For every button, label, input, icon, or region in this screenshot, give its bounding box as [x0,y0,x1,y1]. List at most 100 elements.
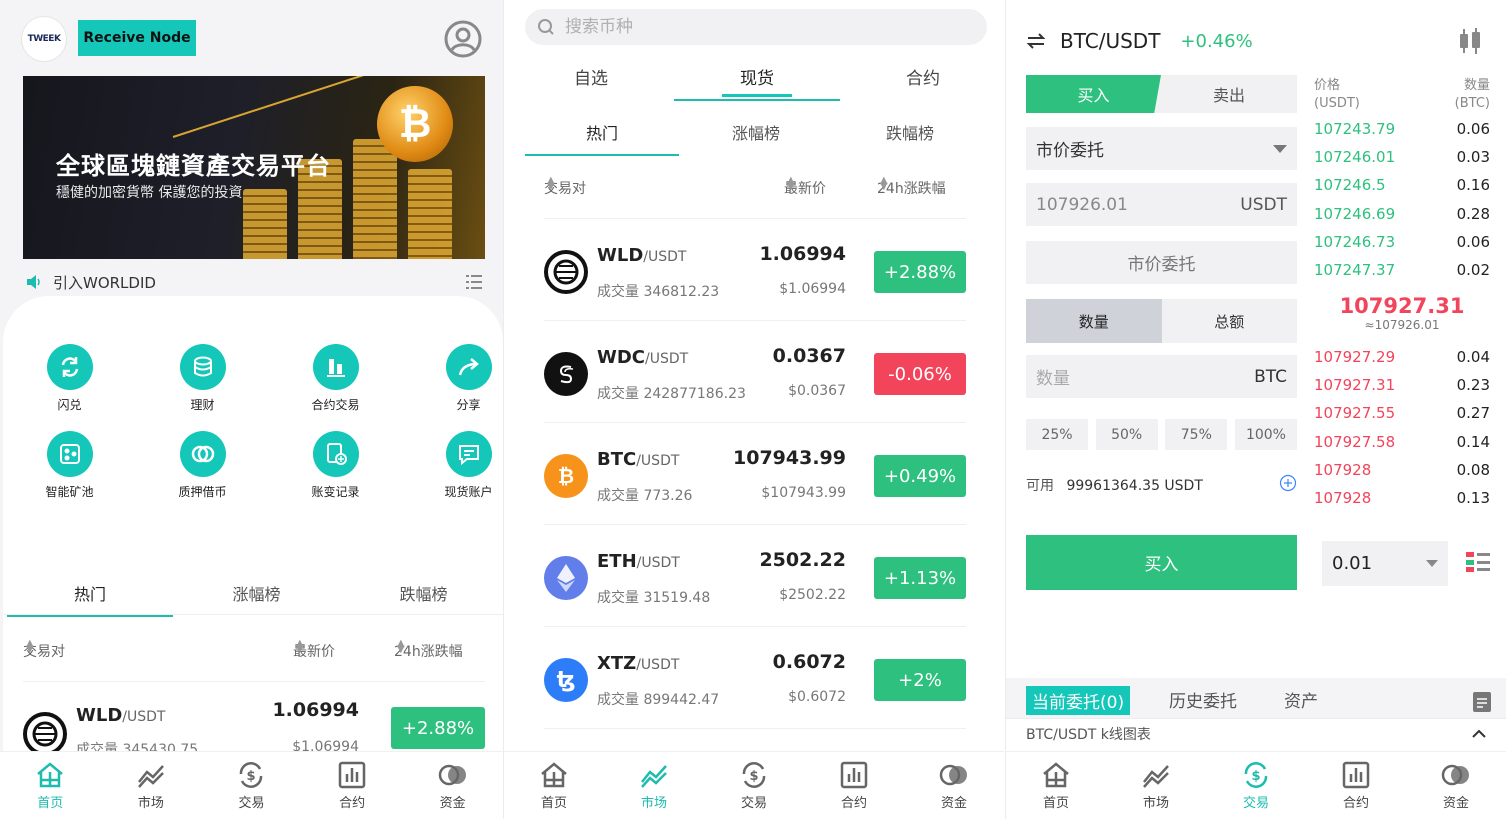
feature-account-records[interactable]: 账变记录 [269,431,402,500]
chevron-up-icon [1472,729,1486,738]
feature-pledge-loan[interactable]: 质押借币 [136,431,269,500]
feature-spot-account[interactable]: 现货账户 [402,431,503,500]
bid-row[interactable]: 107928 0.08 [1314,461,1490,489]
tab-current-orders[interactable]: 当前委托(0) [1026,686,1131,715]
nav-contract[interactable]: 合约 [814,760,894,811]
order-type-select[interactable]: 市价委托 [1026,127,1297,170]
total-tab[interactable]: 总额 [1161,299,1297,343]
app-logo: TWEEK [22,17,66,61]
candlestick-icon[interactable] [1454,26,1486,56]
table-row[interactable]: ꜩ XTZ/USDT 成交量 899442.47 0.6072 $0.6072 … [544,627,966,729]
home-icon [37,762,64,788]
nav-market[interactable]: 市场 [111,760,191,811]
tab-hot[interactable]: 热门 [525,120,679,156]
tab-spot[interactable]: 现货 [674,64,840,101]
bid-row[interactable]: 107928 0.13 [1314,489,1490,517]
quote-symbol: /USDT [643,249,687,265]
bid-row[interactable]: 107927.29 0.04 [1314,348,1490,376]
tab-losers[interactable]: 跌幅榜 [833,120,987,144]
funds-coins-icon [1441,764,1469,786]
feature-share[interactable]: 分享 [402,344,503,413]
bid-row[interactable]: 107927.31 0.23 [1314,376,1490,404]
receive-node-button[interactable]: Receive Node [78,20,196,56]
ask-row[interactable]: 107246.01 0.03 [1314,148,1490,176]
ask-row[interactable]: 107246.73 0.06 [1314,233,1490,261]
amount-placeholder: 数量 [1036,369,1070,389]
table-row[interactable]: ₿ BTC/USDT 成交量 773.26 107943.99 $107943.… [544,423,966,525]
percent-50-button[interactable]: 50% [1095,419,1158,450]
feature-finance[interactable]: 理财 [136,344,269,413]
search-bar[interactable] [525,9,987,45]
pair-name: WDC/USDT [597,347,688,368]
search-input[interactable] [565,17,965,37]
orderbook-layout-icon[interactable] [1466,551,1490,573]
market-rank-tabs: 热门 涨幅榜 跌幅榜 [525,120,987,156]
last-price: 1.06994 [759,243,846,265]
nav-funds[interactable]: 资金 [1416,760,1496,811]
nav-trade[interactable]: $ 交易 [211,760,291,811]
svg-text:$: $ [247,769,256,784]
table-row[interactable]: ETH/USDT 成交量 31519.48 2502.22 $2502.22 +… [544,525,966,627]
list-icon[interactable] [465,273,483,291]
user-profile-icon[interactable] [443,19,483,59]
ask-row[interactable]: 107246.5 0.16 [1314,176,1490,204]
feature-swap[interactable]: 闪兑 [3,344,136,413]
ask-row[interactable]: 107247.37 0.02 [1314,261,1490,289]
bid-row[interactable]: 107927.55 0.27 [1314,404,1490,432]
nav-home[interactable]: 首页 [1016,760,1096,811]
ask-row[interactable]: 107246.69 0.28 [1314,205,1490,233]
amount-tab[interactable]: 数量 [1026,299,1162,343]
nav-funds[interactable]: 资金 [914,760,994,811]
percent-25-button[interactable]: 25% [1026,419,1088,450]
notice-bar[interactable]: 引入WORLDID [25,270,483,294]
nav-contract[interactable]: 合约 [312,760,392,811]
change-badge: +0.49% [874,455,966,497]
tab-losers[interactable]: 跌幅榜 [340,581,503,605]
switch-pair-icon[interactable] [1026,31,1046,51]
nav-label: 首页 [1042,796,1069,811]
tab-futures[interactable]: 合约 [840,64,1004,89]
tab-gainers[interactable]: 涨幅榜 [679,120,833,144]
pair-name: XTZ/USDT [597,653,679,674]
nav-label: 合约 [840,796,867,811]
nav-market[interactable]: 市场 [614,760,694,811]
quote-symbol: /USDT [645,351,689,367]
table-row[interactable]: WDC/USDT 成交量 242877186.23 0.0367 $0.0367… [544,321,966,423]
nav-contract[interactable]: 合约 [1316,760,1396,811]
price-input[interactable]: 107926.01 USDT [1026,183,1297,226]
tab-favorites[interactable]: 自选 [508,64,674,89]
add-funds-icon[interactable] [1279,474,1297,492]
ask-row[interactable]: 107243.79 0.06 [1314,120,1490,148]
tab-hot[interactable]: 热门 [7,581,173,617]
feature-mining-pool[interactable]: 智能矿池 [3,431,136,500]
amount-input[interactable]: 数量 BTC [1026,355,1297,398]
tab-gainers[interactable]: 涨幅榜 [173,581,340,605]
search-icon [538,19,554,35]
sort-icon: ▲ ▼ [787,175,795,192]
sell-tab[interactable]: 卖出 [1161,75,1297,113]
tab-history-orders[interactable]: 历史委托 [1169,687,1237,712]
buy-button[interactable]: 买入 [1026,535,1297,590]
feature-contract[interactable]: 合约交易 [269,344,402,413]
table-row[interactable]: WLD/USDT 成交量 346812.23 1.06994 $1.06994 … [544,219,966,321]
nav-trade[interactable]: $ 交易 [1216,760,1296,811]
nav-market[interactable]: 市场 [1116,760,1196,811]
nav-trade[interactable]: $ 交易 [714,760,794,811]
tab-assets[interactable]: 资产 [1284,687,1318,712]
percent-100-button[interactable]: 100% [1234,419,1297,450]
dropdown-caret-icon [1426,560,1438,567]
depth-precision-select[interactable]: 0.01 [1322,541,1448,586]
trade-pair[interactable]: BTC/USDT [1060,29,1160,53]
bid-qty: 0.08 [1456,461,1490,479]
nav-funds[interactable]: 资金 [413,760,493,811]
nav-home[interactable]: 首页 [514,760,594,811]
bid-row[interactable]: 107927.58 0.14 [1314,433,1490,461]
header-unit: (BTC) [1454,96,1490,111]
promo-banner[interactable]: ₿ 全球區塊鏈資產交易平台 穩健的加密貨幣 保護您的投資 [23,76,485,259]
nav-home[interactable]: 首页 [10,760,90,811]
document-icon[interactable] [1473,692,1491,712]
kline-chart-toggle[interactable]: BTC/USDT k线图表 [1006,718,1506,748]
buy-tab[interactable]: 买入 [1026,75,1161,113]
home-screen: TWEEK Receive Node ₿ 全球區塊鏈資產交易平台 穩健的加密貨幣… [0,0,503,819]
percent-75-button[interactable]: 75% [1165,419,1228,450]
